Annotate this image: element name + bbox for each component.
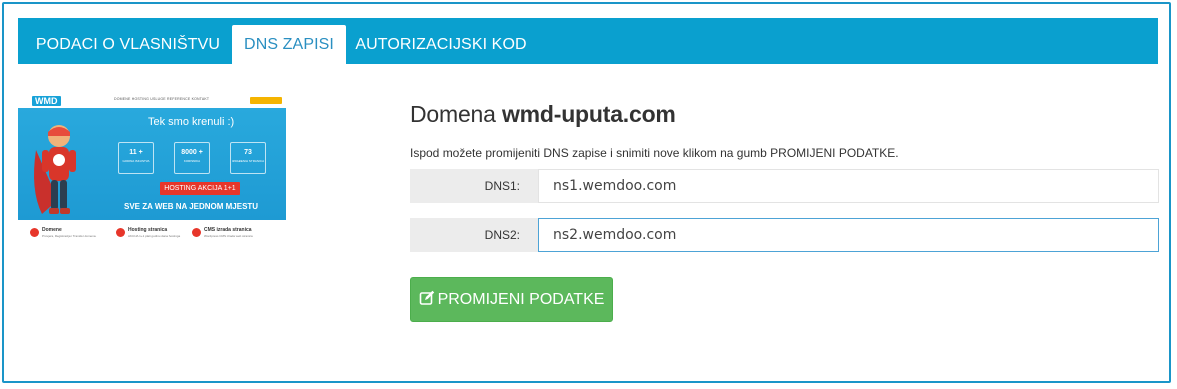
stat-value: 11 + [129, 149, 143, 156]
stat-value: 73 [244, 149, 252, 156]
thumbnail-logo: WMD [32, 96, 61, 106]
thumbnail-cta [250, 97, 282, 104]
domain-title: Domena wmd-uputa.com [410, 101, 676, 128]
dns1-input[interactable] [538, 169, 1159, 203]
tab-dns-records[interactable]: DNS ZAPISI [232, 25, 346, 64]
feature-desc: Wordpress CMS izrada web stranica [204, 234, 253, 238]
stat-label: KORISNIKA [183, 159, 201, 163]
thumbnail-feature: Hosting stranica AKCIJA 1+1 plati godinu… [116, 227, 196, 249]
edit-icon [419, 280, 435, 323]
cms-icon [192, 228, 201, 237]
change-data-button[interactable]: PROMIJENI PODATKE [410, 277, 613, 322]
stat-label: IZRAĐENIH STRANICA [231, 159, 265, 163]
search-icon [30, 228, 39, 237]
feature-desc: AKCIJA 1+1 plati godinu dana hostinga [128, 234, 181, 238]
feature-desc: Provjera, Registracija i Transfer domena… [42, 234, 97, 238]
domain-prefix: Domena [410, 101, 496, 127]
stat-label: GODINA ISKUSTVA [122, 159, 150, 163]
thumbnail-hero: Tek smo krenuli :) 11 + GODINA ISKUSTVA … [18, 108, 286, 220]
thumbnail-tagline: SVE ZA WEB NA JEDNOM MJESTU [124, 202, 259, 211]
feature-title: Hosting stranica [128, 227, 168, 233]
website-thumbnail: WMD DOMENE HOSTING USLUGE REFERENCE KONT… [18, 94, 286, 250]
thumbnail-features: Domene Provjera, Registracija i Transfer… [18, 224, 286, 250]
dns2-row: DNS2: [410, 218, 1159, 252]
thumbnail-menu: DOMENE HOSTING USLUGE REFERENCE KONTAKT [114, 97, 210, 101]
dns2-input[interactable] [538, 218, 1159, 252]
thumbnail-hero-title: Tek smo krenuli :) [148, 116, 235, 128]
thumbnail-feature: Domene Provjera, Registracija i Transfer… [30, 227, 110, 249]
superhero-mascot-image [34, 125, 76, 214]
help-text: Ispod možete promijeniti DNS zapise i sn… [410, 146, 899, 160]
tab-ownership-data[interactable]: PODACI O VLASNIŠTVU [28, 25, 228, 64]
tab-authorization-code[interactable]: AUTORIZACIJSKI KOD [354, 25, 528, 64]
feature-title: CMS izrada stranica [204, 227, 252, 233]
thumbnail-stat: 11 + GODINA ISKUSTVA [118, 142, 154, 174]
dns1-label: DNS1: [410, 169, 538, 203]
dns1-row: DNS1: [410, 169, 1159, 203]
thumbnail-navbar: WMD DOMENE HOSTING USLUGE REFERENCE KONT… [18, 94, 286, 109]
thumbnail-feature: CMS izrada stranica Wordpress CMS izrada… [192, 227, 272, 249]
feature-title: Domene [42, 227, 62, 233]
stat-value: 8000 + [181, 149, 203, 156]
dns2-label: DNS2: [410, 218, 538, 252]
change-data-label: PROMIJENI PODATKE [437, 291, 605, 308]
thumbnail-stat: 73 IZRAĐENIH STRANICA [230, 142, 266, 174]
hosting-icon [116, 228, 125, 237]
thumbnail-stat: 8000 + KORISNIKA [174, 142, 210, 174]
tab-bar: PODACI O VLASNIŠTVU DNS ZAPISI AUTORIZAC… [18, 18, 1158, 64]
domain-name: wmd-uputa.com [501, 101, 676, 127]
thumbnail-hosting-button: HOSTING AKCIJA 1+1 [160, 182, 240, 195]
